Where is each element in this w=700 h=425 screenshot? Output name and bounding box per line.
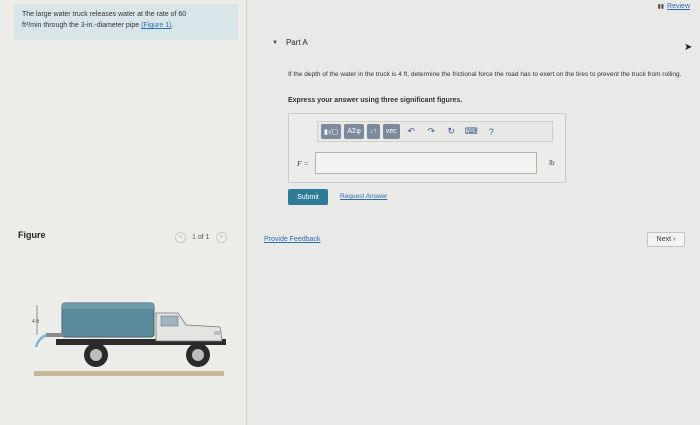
problem-line-1: The large water truck releases water at … (22, 11, 187, 18)
instruction-text: Express your answer using three signific… (288, 97, 463, 104)
keyboard-icon[interactable]: ⌨ (463, 124, 480, 139)
redo-icon[interactable]: ↷ (423, 124, 440, 139)
request-answer-link[interactable]: Request Answer (340, 193, 387, 200)
water-truck-figure: 4 ft (32, 302, 226, 376)
review-icon: ▮▮ (657, 4, 665, 10)
part-title: Part A (285, 38, 308, 47)
answer-row: F = lb (297, 152, 554, 174)
undo-icon[interactable]: ↶ (403, 124, 420, 139)
review-area[interactable]: ▮▮ Review (657, 3, 690, 10)
discharge-pipe (46, 333, 63, 337)
depth-label: 4 ft (32, 319, 40, 325)
problem-line-2: ft³/min through the 3-in.-diameter pipe (22, 22, 140, 29)
math-toolbar: ▮√▢ ΑΣφ ↓↑ vec ↶ ↷ ↻ ⌨ ? (317, 121, 553, 142)
prev-figure-button[interactable]: < (175, 232, 186, 243)
left-panel: The large water truck releases water at … (0, 0, 247, 425)
review-link[interactable]: Review (667, 3, 690, 10)
provide-feedback-link[interactable]: Provide Feedback (264, 236, 320, 243)
reset-icon[interactable]: ↻ (443, 124, 460, 139)
figure-link[interactable]: (Figure 1) (141, 22, 171, 29)
cab-window (160, 315, 179, 327)
figure-label: Figure (18, 230, 46, 240)
next-figure-button[interactable]: > (215, 232, 227, 243)
answer-box: ▮√▢ ΑΣφ ↓↑ vec ↶ ↷ ↻ ⌨ ? F = lb (288, 113, 566, 183)
ground (34, 371, 224, 376)
next-button[interactable]: Next › (647, 232, 685, 247)
problem-statement: The large water truck releases water at … (14, 4, 238, 40)
water-stream (34, 333, 47, 348)
mouse-cursor-icon: ➤ (684, 42, 693, 53)
problem-period: . (171, 22, 174, 29)
right-panel: ▮▮ Review ▼ Part A ➤ If the depth of the… (248, 0, 700, 425)
unit-label: lb (549, 159, 555, 167)
collapse-caret-icon[interactable]: ▼ (272, 40, 278, 46)
answer-input[interactable] (315, 152, 537, 174)
question-text: If the depth of the water in the truck i… (288, 71, 682, 78)
vector-button[interactable]: vec (382, 124, 400, 139)
help-icon[interactable]: ? (483, 124, 500, 139)
arrows-button[interactable]: ↓↑ (366, 124, 380, 139)
figure-pager: < 1 of 1 > (175, 232, 227, 243)
variable-label: F = (297, 158, 309, 168)
part-header[interactable]: ▼ Part A (272, 38, 308, 47)
figure-page-count: 1 of 1 (192, 234, 210, 241)
templates-button[interactable]: ▮√▢ (321, 124, 342, 139)
submit-button[interactable]: Submit (288, 189, 328, 205)
greek-symbols-button[interactable]: ΑΣφ (344, 124, 364, 139)
